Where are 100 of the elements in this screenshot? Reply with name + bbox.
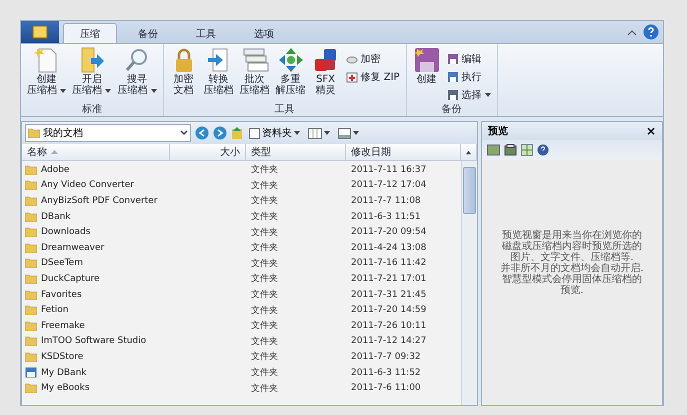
folder-icon xyxy=(25,383,37,394)
modified-date: 2011-7-11 16:37 xyxy=(350,164,428,175)
modified-date: 2011-7-6 11:00 xyxy=(350,383,422,394)
file-name[interactable]: My eBooks xyxy=(22,383,170,394)
file-name[interactable]: Freemake xyxy=(22,320,170,331)
file-type: 文件夹 xyxy=(250,272,279,286)
folder-icon xyxy=(25,352,37,362)
file-name[interactable]: KSDStore xyxy=(22,352,170,362)
file-name[interactable]: Adobe xyxy=(22,164,170,175)
preview-title: 预览 xyxy=(488,124,508,138)
folder-icon xyxy=(25,320,37,331)
dropdown-icon xyxy=(180,130,188,136)
file-name[interactable]: Dreamweaver xyxy=(22,242,170,253)
modified-date: 2011-6-3 11:51 xyxy=(350,212,422,222)
address-field[interactable]: 我的文档 xyxy=(25,124,191,142)
modified-date: 2011-7-16 11:42 xyxy=(350,258,428,268)
folder-icon xyxy=(25,164,37,175)
ribbon-button[interactable]: 批次 压缩档 xyxy=(238,46,272,104)
ribbon-tab[interactable]: 选项 xyxy=(237,23,291,43)
back-icon[interactable] xyxy=(195,126,209,140)
folder-icon xyxy=(25,290,37,300)
ribbon-small-button[interactable]: 编辑 xyxy=(444,50,493,67)
column-header[interactable]: 名称 xyxy=(22,144,170,160)
file-type: 文件夹 xyxy=(250,210,279,224)
folder-icon xyxy=(28,128,40,138)
ribbon-small-button[interactable]: 加密 xyxy=(344,50,402,67)
file-type: 文件夹 xyxy=(250,366,279,380)
file-name[interactable]: My DBank xyxy=(22,367,170,378)
image-icon[interactable] xyxy=(487,144,500,156)
file-name[interactable]: Favorites xyxy=(22,290,170,300)
ribbon-small-button[interactable]: 修复 ZIP xyxy=(344,68,402,85)
file-name[interactable]: DuckCapture xyxy=(22,274,170,284)
modified-date: 2011-7-12 17:04 xyxy=(350,180,428,190)
file-name[interactable]: Downloads xyxy=(22,227,170,238)
ribbon-button[interactable]: 加密 文档 xyxy=(168,46,200,104)
file-name[interactable]: AnyBizSoft PDF Converter xyxy=(22,196,170,206)
modified-date: 2011-7-7 11:08 xyxy=(350,196,422,206)
preview-text-line: 并非所不月的文档均会自动开启. xyxy=(500,262,644,274)
file-name[interactable]: Any Video Converter xyxy=(22,180,170,190)
file-type: 文件夹 xyxy=(250,288,279,302)
file-type: 文件夹 xyxy=(250,382,279,395)
modified-date: 2011-7-7 09:32 xyxy=(350,352,422,362)
first-aid-icon xyxy=(346,70,358,82)
preview-text-line: 预览. xyxy=(560,284,584,296)
help-icon[interactable] xyxy=(537,144,549,156)
window-icon xyxy=(338,128,351,138)
ribbon-small-button[interactable]: 选择 xyxy=(444,86,493,103)
file-name[interactable]: DSeeTem xyxy=(22,258,170,268)
ribbon-tab[interactable]: 工具 xyxy=(179,23,233,43)
close-button[interactable]: × xyxy=(646,124,656,138)
file-name[interactable]: DBank xyxy=(22,212,170,222)
folders-button[interactable]: 资料夹 xyxy=(247,124,302,142)
folder-icon xyxy=(25,227,37,238)
ribbon-button[interactable]: 转换 压缩档 xyxy=(202,46,236,104)
file-type: 文件夹 xyxy=(250,258,279,270)
folder-icon xyxy=(25,180,37,190)
app-menu-button[interactable] xyxy=(21,21,59,43)
preview-text-line: 智慧型模式会停用固体压缩档的 xyxy=(502,274,642,284)
column-header[interactable]: 类型 xyxy=(246,144,346,160)
panel-icon xyxy=(249,128,260,138)
group-label: 工具 xyxy=(274,104,296,116)
collapse-ribbon-icon[interactable] xyxy=(627,29,637,37)
ribbon-button[interactable]: 开启 压缩档 xyxy=(70,46,114,104)
ribbon-small-button[interactable]: 执行 xyxy=(444,68,493,85)
modified-date: 2011-7-26 10:11 xyxy=(350,320,428,331)
ribbon-button[interactable]: 多重 解压缩 xyxy=(274,46,308,104)
column-header[interactable]: 大小 xyxy=(170,144,246,160)
ribbon-tab[interactable]: 备份 xyxy=(121,23,175,43)
ribbon-button[interactable]: 创建 压缩档 xyxy=(25,46,68,104)
column-header[interactable]: 修改日期 xyxy=(346,144,461,160)
archive-icon[interactable] xyxy=(504,144,517,156)
ribbon-button[interactable]: SFX 精灵 xyxy=(310,46,342,104)
preview-text-line: 预览视窗是用来当你在浏览你的 xyxy=(502,230,642,240)
modified-date: 2011-7-21 17:01 xyxy=(350,274,428,284)
columns-icon xyxy=(308,128,322,138)
file-type: 文件夹 xyxy=(250,320,279,332)
ribbon-tab[interactable]: 压缩 xyxy=(63,23,117,43)
folder-icon xyxy=(25,274,37,284)
stacked-files-icon xyxy=(240,46,269,74)
caret-icon xyxy=(353,131,359,135)
ribbon-button[interactable]: 搜寻 压缩档 xyxy=(115,46,159,104)
grid-icon[interactable] xyxy=(521,144,533,156)
file-name[interactable]: ImTOO Software Studio xyxy=(22,336,170,346)
folder-icon xyxy=(25,212,37,222)
forward-icon[interactable] xyxy=(213,126,227,140)
folder-icon xyxy=(25,305,37,316)
modified-date: 2011-7-20 09:54 xyxy=(350,227,428,238)
file-name[interactable]: Fetion xyxy=(22,305,170,316)
modified-date: 2011-7-20 14:59 xyxy=(350,305,428,316)
folder-up-icon[interactable] xyxy=(231,126,243,140)
ribbon-button[interactable]: 创建 xyxy=(410,46,443,104)
help-icon[interactable] xyxy=(643,24,659,40)
file-type: 文件夹 xyxy=(250,242,279,254)
preview-text-line: 磁盘或压缩档内容时预览所选的 xyxy=(502,240,642,252)
group-label: 备份 xyxy=(440,104,463,116)
folder-icon xyxy=(25,196,37,206)
arrows-icon xyxy=(276,46,305,74)
scrollbar[interactable] xyxy=(461,161,477,405)
preview-text-line: 图片、文字文件、压缩档等. xyxy=(510,252,634,262)
modified-date: 2011-4-24 13:08 xyxy=(350,242,428,253)
